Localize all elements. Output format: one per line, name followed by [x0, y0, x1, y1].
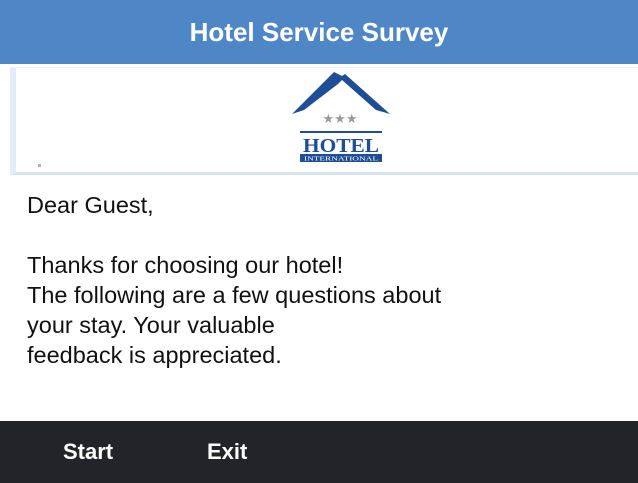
message-line: feedback is appreciated.	[27, 342, 282, 368]
start-button-label: Start	[63, 439, 114, 464]
message-line: your stay. Your valuable	[27, 312, 275, 338]
logo-text: HOTEL	[303, 135, 379, 157]
message-line: Thanks for choosing our hotel!	[27, 252, 344, 278]
message-line: The following are a few questions about	[27, 282, 442, 308]
exit-button-label: Exit	[207, 439, 248, 464]
banner-dot	[38, 164, 41, 167]
survey-screen: Hotel Service Survey ★★★ HOTEL INTERNATI…	[0, 0, 638, 483]
page-title: Hotel Service Survey	[189, 16, 449, 47]
mountain-shape	[292, 72, 390, 114]
welcome-message: Dear Guest, Thanks for choosing our hote…	[27, 190, 627, 370]
greeting-text: Dear Guest,	[27, 192, 154, 218]
exit-button[interactable]: Exit	[207, 421, 247, 483]
logo-subtext: INTERNATIONAL	[304, 157, 379, 163]
logo-stars: ★★★	[323, 112, 358, 127]
start-button[interactable]: Start	[63, 421, 113, 483]
hotel-logo-icon: ★★★ HOTEL INTERNATIONAL	[292, 72, 390, 163]
logo-banner: ★★★ HOTEL INTERNATIONAL	[10, 67, 638, 175]
softkey-bar: Start Exit	[0, 421, 638, 483]
title-bar: Hotel Service Survey	[0, 0, 638, 64]
